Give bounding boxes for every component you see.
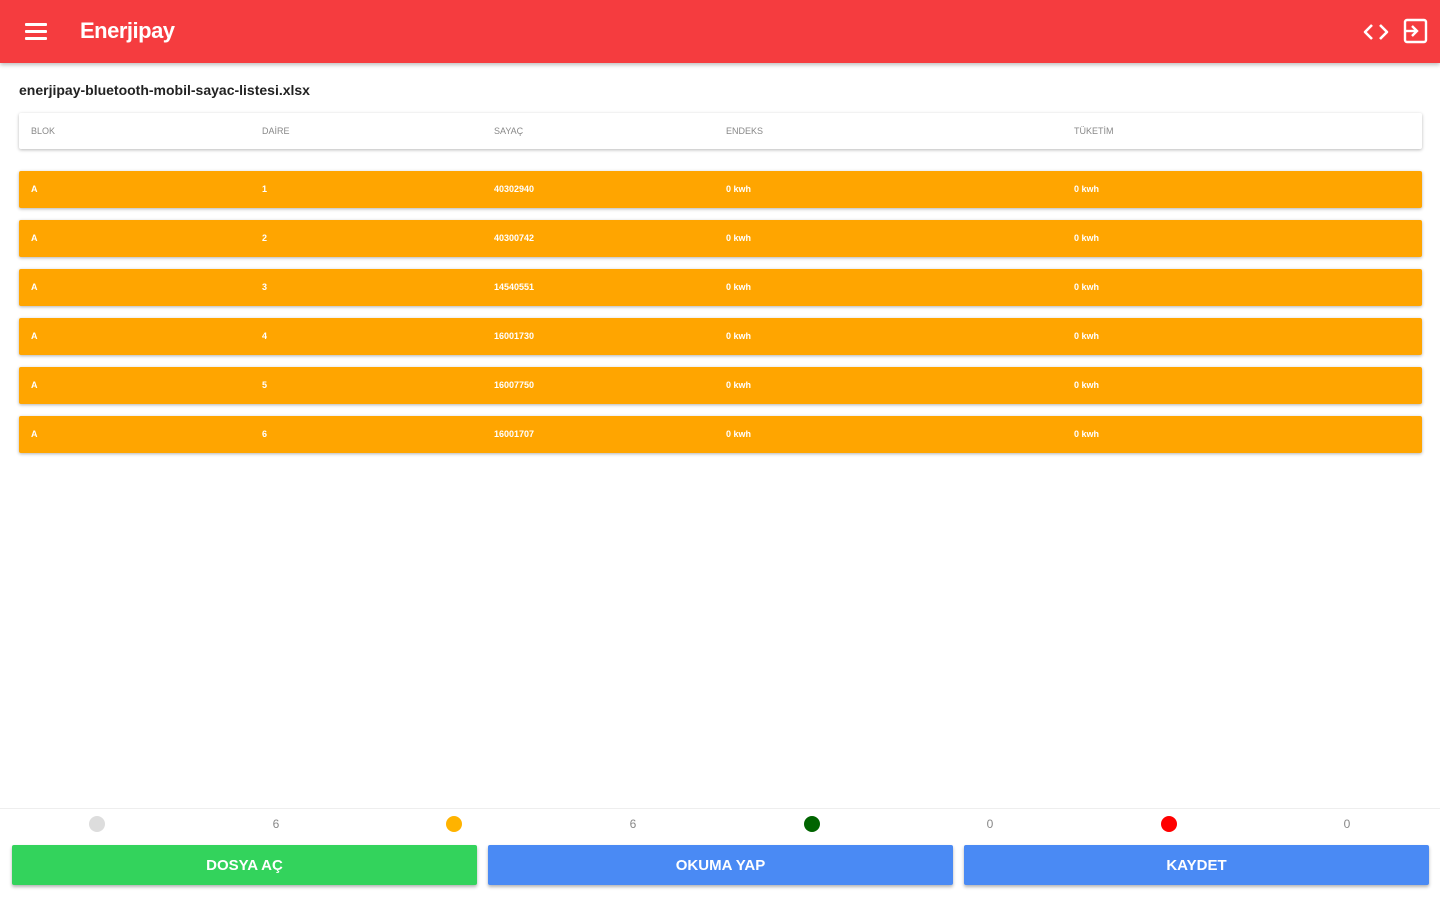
table-row[interactable]: A 4 16001730 0 kwh 0 kwh	[19, 318, 1422, 355]
code-icon[interactable]	[1362, 20, 1390, 44]
cell-daire: 3	[262, 282, 268, 292]
cell-tuketim: 0 kwh	[1074, 429, 1100, 439]
app-bar: Enerjipay	[0, 0, 1440, 63]
cell-tuketim: 0 kwh	[1074, 282, 1100, 292]
cell-daire: 2	[262, 233, 268, 243]
status-dot-pending	[89, 816, 105, 832]
status-count-error: 0	[1343, 817, 1351, 831]
table-row[interactable]: A 5 16007750 0 kwh 0 kwh	[19, 367, 1422, 404]
read-button[interactable]: OKUMA YAP	[488, 845, 953, 885]
footer-divider	[0, 808, 1440, 809]
cell-blok: A	[31, 233, 38, 243]
column-header-daire: DAİRE	[262, 126, 290, 136]
cell-daire: 6	[262, 429, 268, 439]
cell-sayac: 40300742	[494, 233, 535, 243]
exit-icon[interactable]	[1402, 18, 1428, 44]
file-name: enerjipay-bluetooth-mobil-sayac-listesi.…	[19, 82, 310, 98]
cell-daire: 4	[262, 331, 268, 341]
column-header-blok: BLOK	[31, 126, 56, 136]
table-row[interactable]: A 6 16001707 0 kwh 0 kwh	[19, 416, 1422, 453]
cell-blok: A	[31, 331, 38, 341]
cell-blok: A	[31, 429, 38, 439]
cell-sayac: 16001707	[494, 429, 535, 439]
cell-blok: A	[31, 282, 38, 292]
table-row[interactable]: A 2 40300742 0 kwh 0 kwh	[19, 220, 1422, 257]
column-header-tuketim: TÜKETİM	[1074, 126, 1114, 136]
table-row[interactable]: A 3 14540551 0 kwh 0 kwh	[19, 269, 1422, 306]
status-dot-waiting	[446, 816, 462, 832]
cell-sayac: 16001730	[494, 331, 535, 341]
status-dot-success	[804, 816, 820, 832]
cell-daire: 5	[262, 380, 268, 390]
status-count-success: 0	[986, 817, 994, 831]
cell-endeks: 0 kwh	[726, 380, 752, 390]
cell-endeks: 0 kwh	[726, 282, 752, 292]
cell-blok: A	[31, 184, 38, 194]
column-header-endeks: ENDEKS	[726, 126, 764, 136]
cell-tuketim: 0 kwh	[1074, 380, 1100, 390]
cell-tuketim: 0 kwh	[1074, 233, 1100, 243]
cell-tuketim: 0 kwh	[1074, 331, 1100, 341]
cell-endeks: 0 kwh	[726, 429, 752, 439]
cell-endeks: 0 kwh	[726, 184, 752, 194]
table-row[interactable]: A 1 40302940 0 kwh 0 kwh	[19, 171, 1422, 208]
save-button[interactable]: KAYDET	[964, 845, 1429, 885]
app-title: Enerjipay	[80, 18, 175, 43]
status-count-waiting: 6	[629, 817, 637, 831]
table-header: BLOK DAİRE SAYAÇ ENDEKS TÜKETİM	[19, 113, 1422, 149]
menu-icon[interactable]	[25, 23, 47, 41]
cell-sayac: 40302940	[494, 184, 535, 194]
cell-endeks: 0 kwh	[726, 233, 752, 243]
status-count-pending: 6	[272, 817, 280, 831]
cell-endeks: 0 kwh	[726, 331, 752, 341]
cell-sayac: 16007750	[494, 380, 535, 390]
cell-tuketim: 0 kwh	[1074, 184, 1100, 194]
cell-blok: A	[31, 380, 38, 390]
status-dot-error	[1161, 816, 1177, 832]
column-header-sayac: SAYAÇ	[494, 126, 524, 136]
cell-daire: 1	[262, 184, 268, 194]
cell-sayac: 14540551	[494, 282, 535, 292]
open-file-button[interactable]: DOSYA AÇ	[12, 845, 477, 885]
